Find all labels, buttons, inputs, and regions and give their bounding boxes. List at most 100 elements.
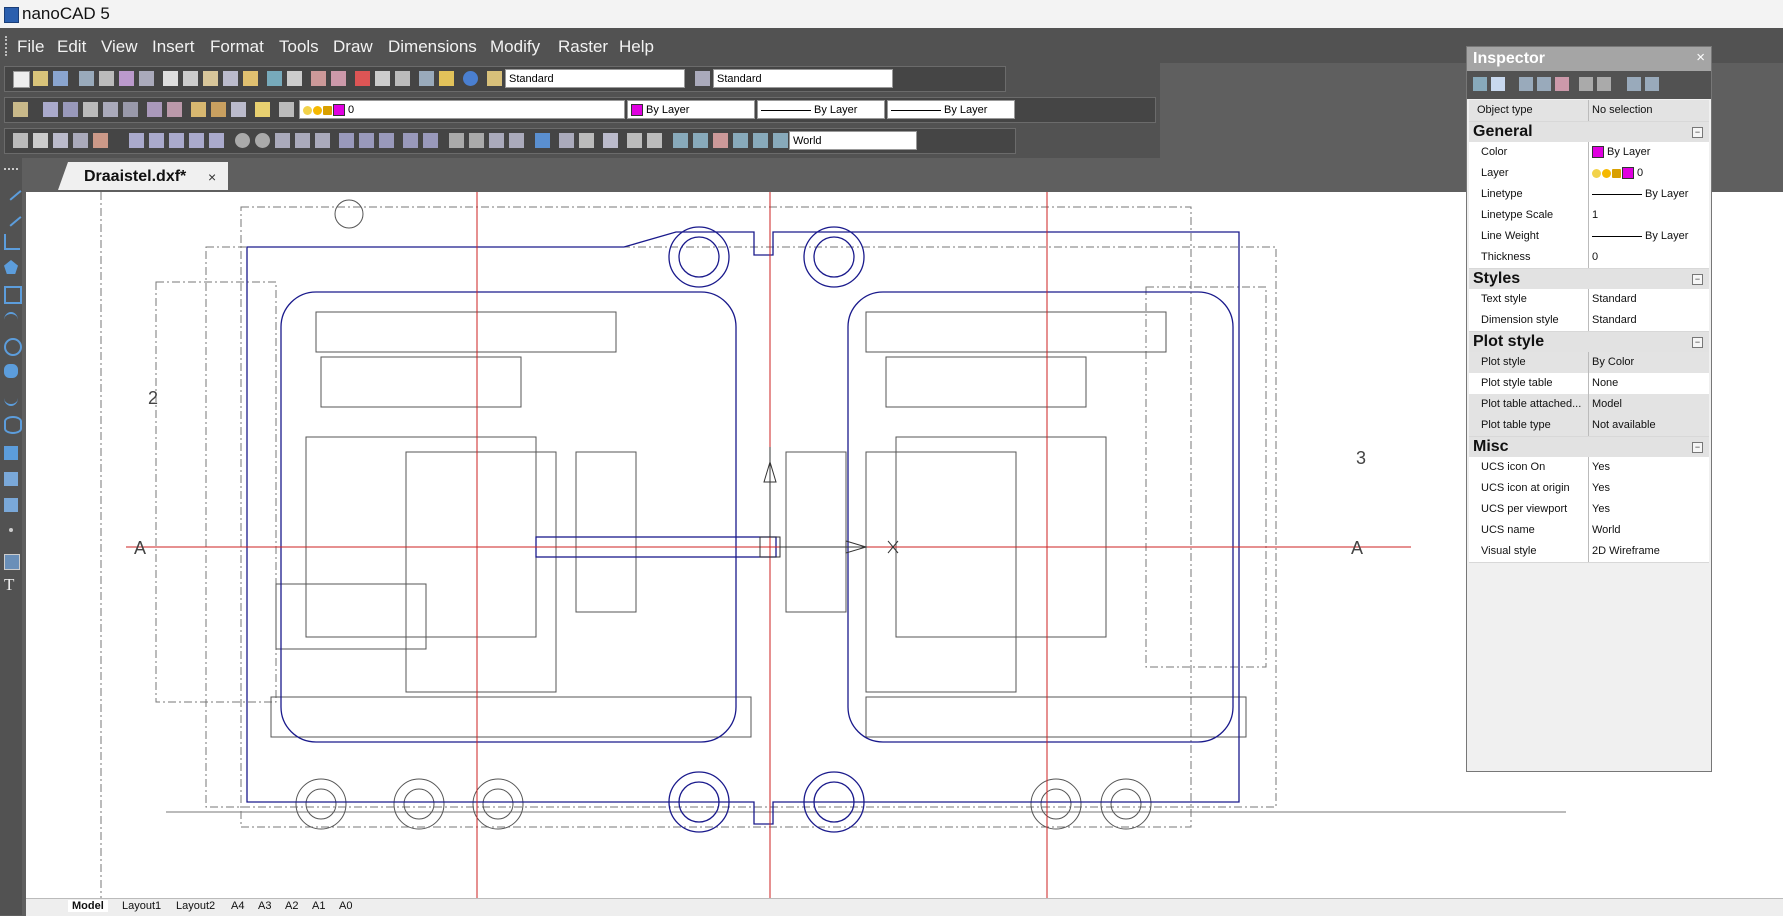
erase-icon[interactable] (13, 133, 28, 148)
center-mark-icon[interactable] (423, 133, 438, 148)
copy-objects-icon[interactable] (33, 133, 48, 148)
layout-tab-a4[interactable]: A4 (227, 900, 248, 912)
zoom-realtime-icon[interactable] (331, 71, 346, 86)
block-define-icon[interactable] (211, 102, 226, 117)
prop-visual-style[interactable]: Visual style 2D Wireframe (1469, 541, 1709, 563)
layout-tab-a2[interactable]: A2 (281, 900, 302, 912)
save-icon[interactable] (53, 71, 68, 86)
prop-thickness[interactable]: Thickness 0 (1469, 247, 1709, 269)
tolerance-icon[interactable] (403, 133, 418, 148)
rectangle-icon[interactable] (4, 286, 22, 304)
pencil-icon[interactable] (439, 71, 454, 86)
menu-dimensions[interactable]: Dimensions (388, 37, 477, 57)
menu-draw[interactable]: Draw (333, 37, 373, 57)
plot-icon[interactable] (139, 71, 154, 86)
select-icon[interactable] (43, 102, 58, 117)
dimedit-icon[interactable] (489, 133, 504, 148)
publish-icon[interactable] (119, 71, 134, 86)
dim-ordinate-icon[interactable] (169, 133, 184, 148)
text-icon[interactable]: T (4, 576, 18, 593)
osnap-icon[interactable] (83, 102, 98, 117)
help-icon[interactable] (463, 71, 478, 86)
circle-icon[interactable] (4, 338, 22, 356)
lock-panel-icon[interactable] (1597, 77, 1611, 91)
prop-ucs-name[interactable]: UCS name World (1469, 520, 1709, 542)
dim-continue-icon[interactable] (315, 133, 330, 148)
dim-arc-icon[interactable] (275, 133, 290, 148)
revision-cloud-icon[interactable] (4, 364, 18, 378)
zoom-window-icon[interactable] (355, 71, 370, 86)
prop-plot-table-type[interactable]: Plot table type Not available (1469, 415, 1709, 437)
layout-tab-layout2[interactable]: Layout2 (172, 900, 219, 912)
menu-help[interactable]: Help (619, 37, 654, 57)
prop-dimension-style[interactable]: Dimension style Standard (1469, 310, 1709, 332)
undo-icon[interactable] (267, 71, 282, 86)
copy-icon[interactable] (183, 71, 198, 86)
prop-ucs-icon-on[interactable]: UCS icon On Yes (1469, 457, 1709, 479)
redo-icon[interactable] (287, 71, 302, 86)
ucs-icon[interactable] (673, 133, 688, 148)
dim-style-icon[interactable] (695, 71, 710, 86)
select-objects-icon[interactable] (1537, 77, 1551, 91)
pan-icon[interactable] (311, 71, 326, 86)
qleader-icon[interactable] (469, 133, 484, 148)
menu-tools[interactable]: Tools (279, 37, 319, 57)
table-icon[interactable] (603, 133, 618, 148)
collapse-icon[interactable]: − (1692, 442, 1703, 453)
otrack-icon[interactable] (167, 102, 182, 117)
ortho-icon[interactable] (63, 102, 78, 117)
hatch-icon[interactable] (4, 446, 18, 460)
text-style-select[interactable]: Standard (505, 69, 685, 88)
offset-icon[interactable] (73, 133, 88, 148)
menu-grip-handle[interactable] (5, 36, 10, 56)
collapse-icon[interactable]: − (1692, 127, 1703, 138)
close-tab-icon[interactable]: × (208, 169, 216, 185)
pickadd-icon[interactable] (1579, 77, 1593, 91)
document-tab[interactable]: Draaistel.dxf* × (58, 162, 228, 190)
xref-icon[interactable] (231, 102, 246, 117)
dim-aligned-icon[interactable] (149, 133, 164, 148)
dim-break-icon[interactable] (379, 133, 394, 148)
linetype-select[interactable]: By Layer (757, 100, 885, 119)
line-icon[interactable] (0, 179, 22, 201)
snap-icon[interactable] (123, 102, 138, 117)
toolbar-grip[interactable] (4, 168, 18, 172)
menu-insert[interactable]: Insert (152, 37, 195, 57)
ellipse-icon[interactable] (4, 416, 22, 434)
dim-center-icon[interactable] (295, 133, 310, 148)
prop-color[interactable]: Color By Layer (1469, 142, 1709, 164)
print-icon[interactable] (79, 71, 94, 86)
prop-plot-style-table[interactable]: Plot style table None (1469, 373, 1709, 395)
new-file-icon[interactable] (13, 71, 30, 88)
distance-icon[interactable] (419, 71, 434, 86)
layout-tab-a0[interactable]: A0 (335, 900, 356, 912)
prop-plot-style[interactable]: Plot style By Color (1469, 352, 1709, 374)
point-icon[interactable] (9, 528, 13, 532)
close-inspector-icon[interactable]: × (1696, 49, 1705, 66)
ucs-x-icon[interactable] (733, 133, 748, 148)
dim-style-select[interactable]: Standard (713, 69, 893, 88)
table-insert-icon[interactable] (4, 554, 20, 570)
dim-space-icon[interactable] (359, 133, 374, 148)
prop-layer[interactable]: Layer 0 (1469, 163, 1709, 185)
layout-tab-layout1[interactable]: Layout1 (118, 900, 165, 912)
ucs-origin-icon[interactable] (713, 133, 728, 148)
ray-icon[interactable] (0, 205, 22, 227)
ucs-world-icon[interactable] (693, 133, 708, 148)
paste-special-icon[interactable] (223, 71, 238, 86)
category-misc[interactable]: Misc − (1469, 437, 1709, 457)
prop-linetype[interactable]: Linetype By Layer (1469, 184, 1709, 206)
text-style-icon[interactable] (487, 71, 502, 86)
menu-edit[interactable]: Edit (57, 37, 86, 57)
prop-plot-table-attached[interactable]: Plot table attached... Model (1469, 394, 1709, 416)
polyline-icon[interactable] (4, 234, 20, 250)
category-plot-style[interactable]: Plot style − (1469, 332, 1709, 352)
spell-icon[interactable] (579, 133, 594, 148)
lineweight-select[interactable]: By Layer (887, 100, 1015, 119)
dim-baseline-icon[interactable] (209, 133, 224, 148)
layout-tab-a1[interactable]: A1 (308, 900, 329, 912)
menu-modify[interactable]: Modify (490, 37, 540, 57)
spline-icon[interactable] (4, 390, 18, 406)
block-icon[interactable] (4, 472, 18, 486)
inspector-title-bar[interactable]: Inspector × (1467, 47, 1711, 71)
